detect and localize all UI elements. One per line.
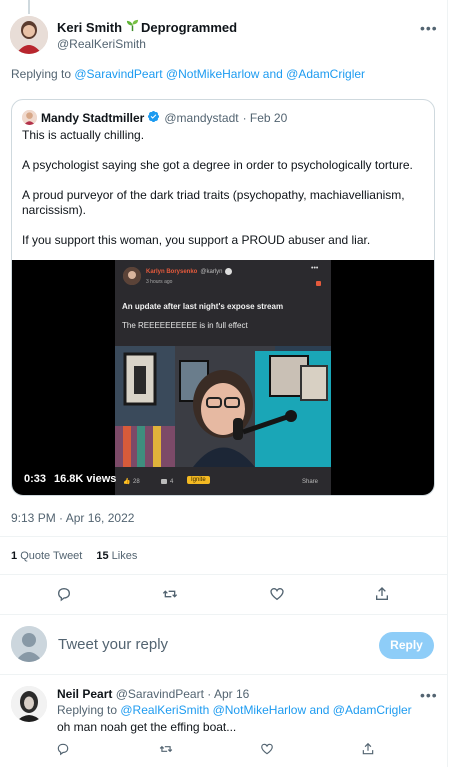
inner-time: 3 hours ago: [146, 279, 173, 285]
author-name-row[interactable]: Keri Smith Deprogrammed: [57, 19, 237, 35]
likes-label: Likes: [111, 550, 138, 562]
reply-author-handle[interactable]: @SaravindPeart: [116, 687, 204, 701]
reply-icon[interactable]: [56, 586, 72, 602]
quoted-line-4: If you support this woman, you support a…: [22, 233, 371, 247]
reply-replying-to-line: Replying to @RealKeriSmith @NotMikeHarlo…: [57, 703, 412, 717]
reply-header: Neil Peart @SaravindPeart · Apr 16: [57, 687, 249, 701]
thread-line: [28, 0, 30, 14]
reply-retweet-icon[interactable]: [159, 742, 173, 756]
divider: [0, 536, 447, 537]
inner-subtitle: The REEEEEEEEEE is in full effect: [122, 321, 248, 330]
video-player[interactable]: Karlyn Borysenko @karlyn 3 hours ago •••…: [12, 260, 434, 495]
divider: [0, 614, 447, 615]
author-name[interactable]: Keri Smith: [57, 20, 122, 35]
more-options-icon[interactable]: •••: [420, 20, 438, 36]
reply-input[interactable]: Tweet your reply: [58, 636, 168, 653]
quote-tweet-label: Quote Tweet: [20, 550, 83, 562]
author-badge-text: Deprogrammed: [141, 19, 238, 35]
reply-more-options-icon[interactable]: •••: [420, 687, 438, 703]
reply-replying-prefix: Replying to: [57, 703, 121, 717]
user-avatar[interactable]: [11, 626, 47, 662]
video-duration: 0:33: [24, 473, 47, 485]
like-icon[interactable]: [269, 586, 285, 602]
replying-prefix: Replying to: [11, 67, 75, 81]
video-views: 16.8K views: [54, 473, 117, 485]
share-icon[interactable]: [374, 586, 390, 602]
inner-pin-icon: [316, 281, 321, 286]
divider: [0, 674, 447, 675]
author-avatar[interactable]: [10, 16, 48, 54]
reply-text: oh man noah get the effing boat...: [57, 720, 237, 734]
inner-like-icon: 👍: [123, 479, 131, 485]
verified-icon: [147, 110, 160, 126]
inner-share: Share: [302, 479, 319, 485]
replying-to-users[interactable]: @SaravindPeart @NotMikeHarlow and @AdamC…: [74, 67, 365, 81]
seedling-icon: [126, 19, 139, 35]
quoted-line-3: A proud purveyor of the dark triad trait…: [22, 188, 405, 217]
reply-author-name[interactable]: Neil Peart: [57, 687, 112, 701]
tweet-stats: 1 Quote Tweet 15 Likes: [11, 550, 137, 562]
inner-avatar: [123, 267, 141, 285]
quoted-date: · Feb 20: [242, 110, 288, 125]
inner-handle: @karlyn: [200, 268, 223, 275]
replying-to-line: Replying to @SaravindPeart @NotMikeHarlo…: [11, 67, 365, 81]
reply-replying-to-users[interactable]: @RealKeriSmith @NotMikeHarlow and @AdamC…: [120, 703, 411, 717]
retweet-icon[interactable]: [162, 586, 178, 602]
quoted-author-handle: @mandystadt: [164, 110, 239, 125]
author-handle[interactable]: @RealKeriSmith: [57, 37, 146, 51]
quoted-line-2: A psychologist saying she got a degree i…: [22, 158, 413, 172]
reply-author-avatar[interactable]: [11, 686, 47, 722]
quote-tweet-count: 1: [11, 550, 18, 562]
quoted-tweet-card[interactable]: Mandy Stadtmiller @mandystadt · Feb 20 T…: [11, 99, 435, 496]
likes-count: 15: [96, 550, 109, 562]
inner-more-icon: •••: [311, 265, 319, 272]
inner-check-icon: [225, 268, 233, 275]
video-thumbnail: [115, 346, 331, 467]
quoted-header: Mandy Stadtmiller @mandystadt · Feb 20: [41, 110, 287, 125]
likes-link[interactable]: 15 Likes: [96, 550, 137, 562]
inner-likes: 28: [133, 479, 140, 485]
quoted-line-1: This is actually chilling.: [22, 128, 145, 142]
inner-badge: Ignite: [187, 476, 210, 484]
divider: [0, 574, 447, 575]
tweet-timestamp[interactable]: 9:13 PM · Apr 16, 2022: [11, 511, 134, 525]
reply-like-icon[interactable]: [260, 742, 274, 756]
quote-tweets-link[interactable]: 1 Quote Tweet: [11, 550, 82, 562]
reply-share-icon[interactable]: [361, 742, 375, 756]
quoted-author-name: Mandy Stadtmiller: [41, 110, 145, 125]
reply-button[interactable]: Reply: [379, 632, 434, 659]
reply-reply-icon[interactable]: [56, 742, 70, 756]
video-frame: Karlyn Borysenko @karlyn 3 hours ago •••…: [115, 260, 331, 495]
reply-date[interactable]: · Apr 16: [207, 687, 249, 701]
inner-comments: 4: [170, 479, 174, 485]
inner-header: Karlyn Borysenko @karlyn: [146, 268, 233, 275]
inner-comment-icon: [161, 479, 167, 484]
inner-name: Karlyn Borysenko: [146, 268, 198, 275]
quoted-author-avatar: [22, 110, 37, 125]
quoted-text: This is actually chilling. A psychologis…: [22, 128, 426, 248]
right-border: [447, 0, 448, 767]
inner-title: An update after last night's expose stre…: [122, 302, 284, 311]
inner-action-bar: 👍 28 4 Ignite Share: [115, 473, 331, 493]
